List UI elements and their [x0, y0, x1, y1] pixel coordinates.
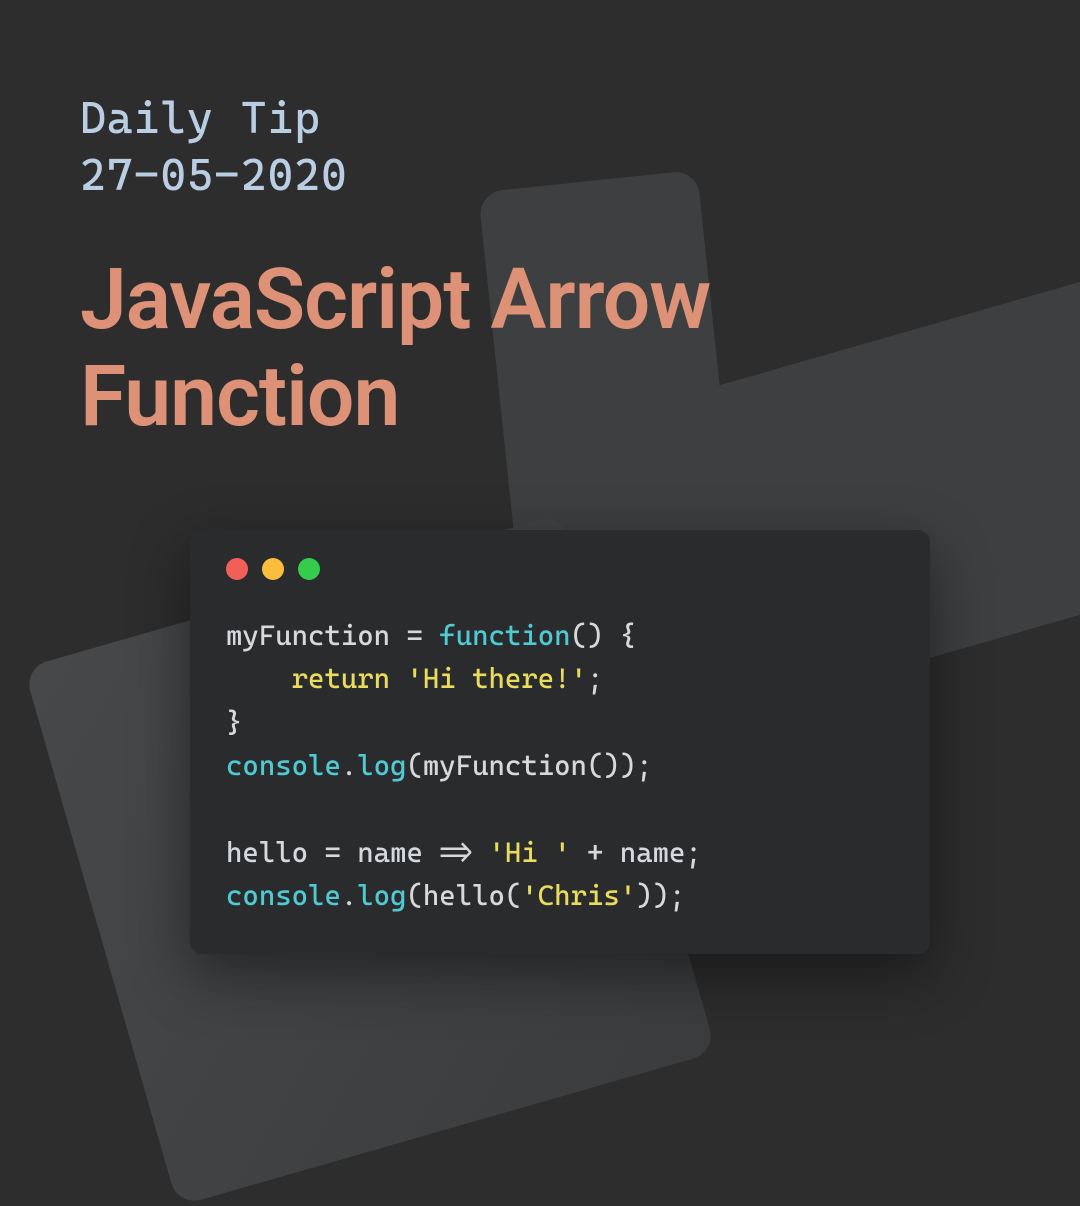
- code-token: console: [226, 879, 341, 912]
- code-token: ;: [587, 662, 603, 695]
- code-token: log: [357, 879, 406, 912]
- code-token: 'Hi there!': [406, 662, 586, 695]
- code-window: myFunction = function() { return 'Hi the…: [190, 530, 930, 954]
- code-token: 'Hi ': [489, 836, 571, 869]
- code-token: .: [341, 879, 357, 912]
- code-token: myFunction =: [226, 619, 439, 652]
- code-token: (myFunction());: [406, 749, 652, 782]
- code-token: return: [292, 662, 407, 695]
- maximize-icon: [298, 558, 320, 580]
- code-token: + name;: [571, 836, 702, 869]
- code-token: () {: [571, 619, 637, 652]
- close-icon: [226, 558, 248, 580]
- page-title: JavaScript Arrow Function: [80, 252, 1000, 445]
- daily-tip-header: Daily Tip 27-05-2020: [80, 90, 1000, 204]
- code-token: }: [226, 706, 242, 739]
- code-token: log: [357, 749, 406, 782]
- window-traffic-lights: [226, 558, 894, 580]
- code-indent: [226, 662, 292, 695]
- minimize-icon: [262, 558, 284, 580]
- code-token: .: [341, 749, 357, 782]
- code-block: myFunction = function() { return 'Hi the…: [226, 614, 894, 918]
- code-token: (hello(: [406, 879, 521, 912]
- code-token: hello = name =>: [226, 836, 489, 869]
- code-token: ));: [636, 879, 685, 912]
- code-token: 'Chris': [521, 879, 636, 912]
- content-area: Daily Tip 27-05-2020 JavaScript Arrow Fu…: [0, 0, 1080, 446]
- daily-tip-date: 27-05-2020: [80, 147, 1000, 204]
- code-blank-line: [226, 793, 242, 826]
- code-token: console: [226, 749, 341, 782]
- daily-tip-label: Daily Tip: [80, 90, 1000, 147]
- code-token: function: [439, 619, 570, 652]
